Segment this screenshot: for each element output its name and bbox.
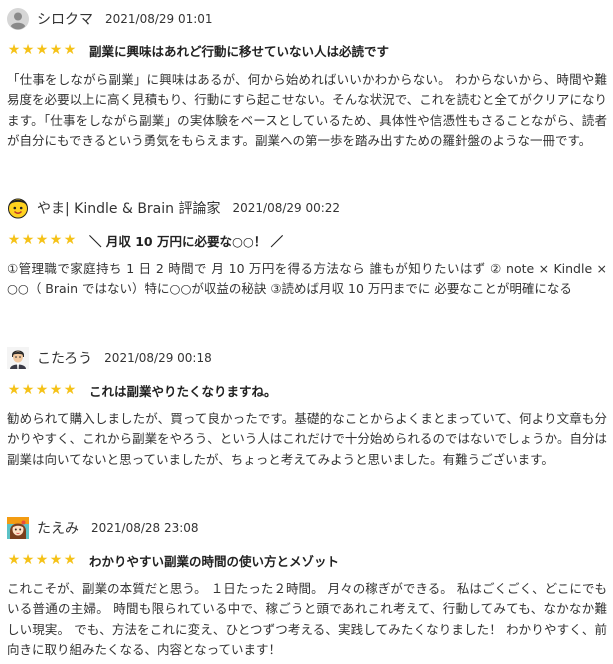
rating-row: ★ ★ ★ ★ ★ 副業に興味はあれど行動に移せていない人は必読です (0, 40, 613, 60)
star-icon: ★ (49, 232, 63, 248)
star-icon: ★ (35, 42, 49, 58)
star-rating: ★ ★ ★ ★ ★ (7, 43, 77, 57)
review-item: やま| Kindle & Brain 評論家 2021/08/29 00:22 … (0, 196, 613, 300)
review-date: 2021/08/29 00:22 (232, 201, 341, 215)
star-icon: ★ (63, 42, 77, 58)
star-icon: ★ (21, 382, 35, 398)
star-icon: ★ (49, 42, 63, 58)
star-icon: ★ (7, 42, 21, 58)
emoji-face-icon[interactable] (7, 197, 29, 219)
star-rating: ★ ★ ★ ★ ★ (7, 383, 77, 397)
star-icon: ★ (21, 552, 35, 568)
star-icon: ★ (21, 42, 35, 58)
rating-row: ★ ★ ★ ★ ★ ＼ 月収 10 万円に必要な○○！ ／ (0, 230, 613, 250)
review-title: 副業に興味はあれど行動に移せていない人は必読です (89, 43, 390, 59)
star-icon: ★ (49, 552, 63, 568)
star-icon: ★ (21, 232, 35, 248)
reviewer-name[interactable]: こたろう (37, 348, 92, 368)
star-icon: ★ (7, 552, 21, 568)
rating-row: ★ ★ ★ ★ ★ わかりやすい副業の時間の使い方とメゾット (0, 550, 613, 570)
review-header: こたろう 2021/08/29 00:18 (0, 346, 613, 370)
review-title: ＼ 月収 10 万円に必要な○○！ ／ (89, 233, 284, 249)
illustrated-girl-icon[interactable] (7, 517, 29, 539)
review-body: 勧められて購入しましたが、買って良かったです。基礎的なことからよくまとまっていて… (7, 411, 607, 467)
review-header: たえみ 2021/08/28 23:08 (0, 516, 613, 540)
review-title: わかりやすい副業の時間の使い方とメゾット (89, 553, 340, 569)
reviewer-name[interactable]: たえみ (37, 518, 79, 538)
reviewer-name[interactable]: シロクマ (37, 9, 93, 29)
person-illustration-icon[interactable] (7, 347, 29, 369)
review-item: たえみ 2021/08/28 23:08 ★ ★ ★ ★ ★ わかりやすい副業の… (0, 516, 613, 661)
review-date: 2021/08/28 23:08 (91, 521, 199, 535)
star-icon: ★ (7, 232, 21, 248)
review-date: 2021/08/29 00:18 (104, 351, 212, 365)
rating-row: ★ ★ ★ ★ ★ これは副業やりたくなりますね。 (0, 380, 613, 400)
review-list: シロクマ 2021/08/29 01:01 ★ ★ ★ ★ ★ 副業に興味はあれ… (0, 0, 613, 664)
star-icon: ★ (63, 232, 77, 248)
review-date: 2021/08/29 01:01 (105, 12, 213, 26)
star-icon: ★ (63, 382, 77, 398)
review-item: こたろう 2021/08/29 00:18 ★ ★ ★ ★ ★ これは副業やりた… (0, 346, 613, 470)
review-item: シロクマ 2021/08/29 01:01 ★ ★ ★ ★ ★ 副業に興味はあれ… (0, 7, 613, 152)
review-header: シロクマ 2021/08/29 01:01 (0, 7, 613, 31)
default-user-icon[interactable] (7, 8, 29, 30)
star-rating: ★ ★ ★ ★ ★ (7, 553, 77, 567)
star-icon: ★ (63, 552, 77, 568)
review-header: やま| Kindle & Brain 評論家 2021/08/29 00:22 (0, 196, 613, 220)
star-icon: ★ (35, 382, 49, 398)
star-rating: ★ ★ ★ ★ ★ (7, 233, 77, 247)
review-body: 「仕事をしながら副業」に興味はあるが、何から始めればいいかわからない。 わからな… (7, 72, 607, 149)
review-body: ①管理職で家庭持ち 1 日 2 時間で 月 10 万円を得る方法なら 誰もが知り… (7, 261, 607, 297)
star-icon: ★ (7, 382, 21, 398)
star-icon: ★ (49, 382, 63, 398)
star-icon: ★ (35, 552, 49, 568)
reviewer-name[interactable]: やま| Kindle & Brain 評論家 (37, 198, 220, 218)
review-title: これは副業やりたくなりますね。 (89, 383, 277, 399)
review-body: これこそが、副業の本質だと思う。 １日たった２時間。 月々の稼ぎができる。 私は… (7, 581, 607, 658)
star-icon: ★ (35, 232, 49, 248)
